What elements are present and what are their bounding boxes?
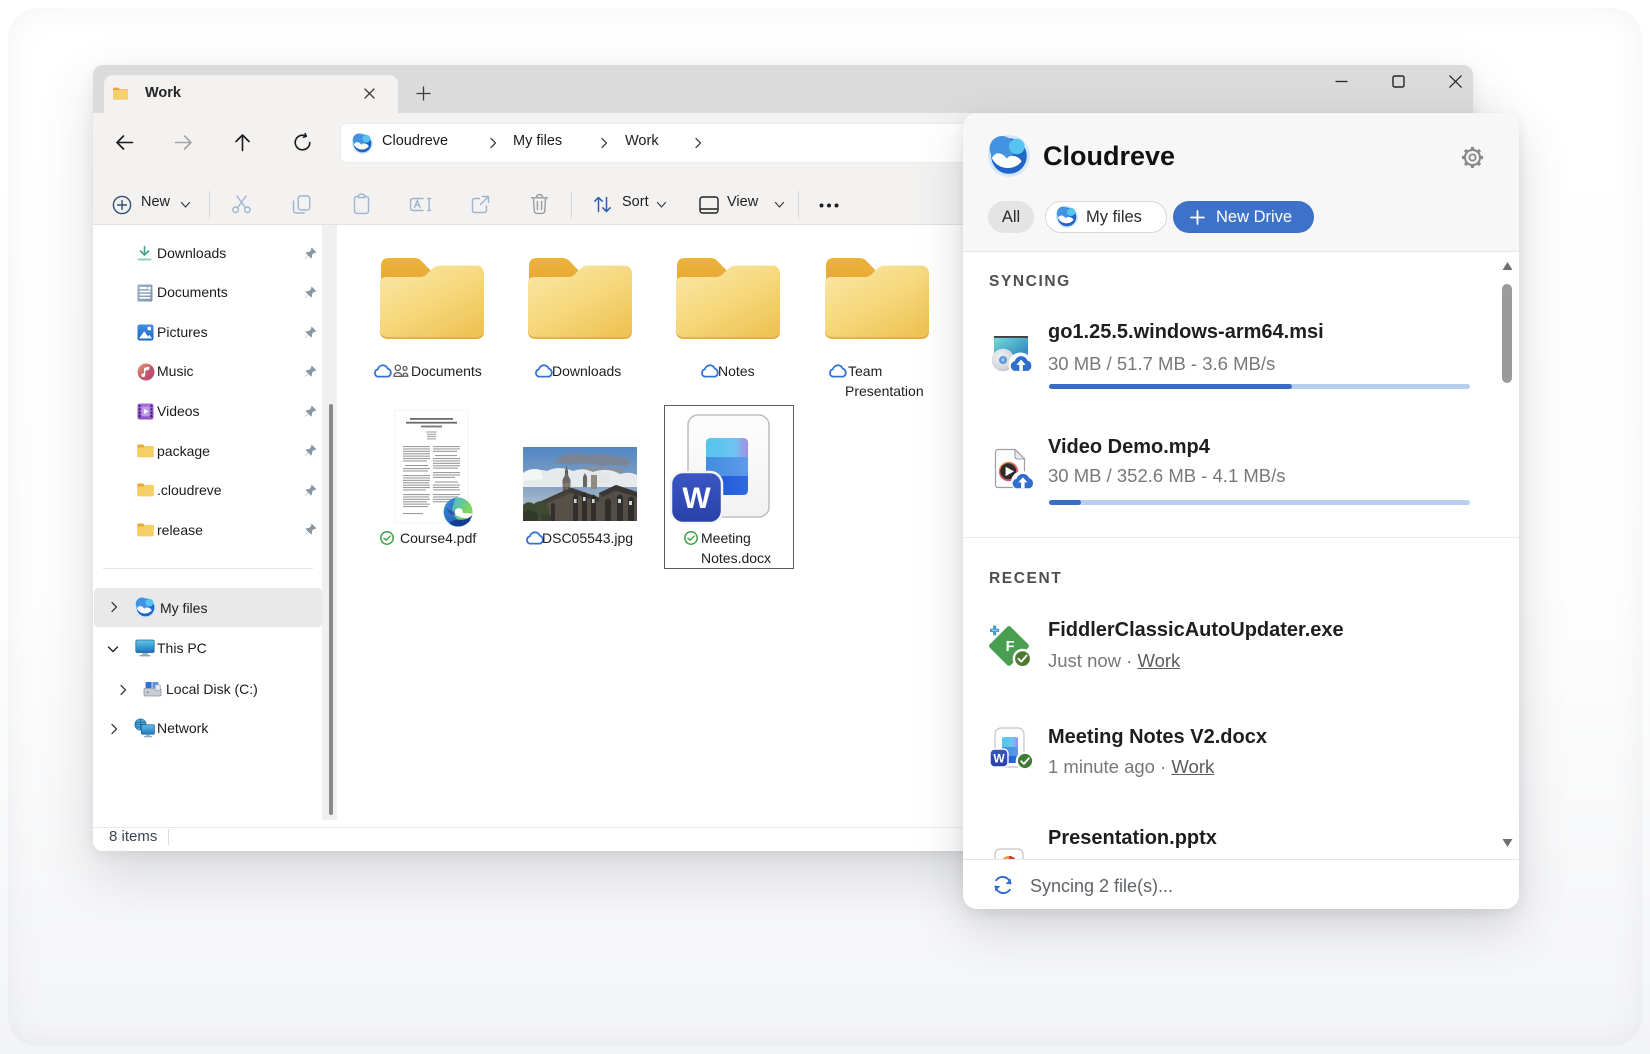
svg-text:F: F [1006,639,1015,655]
svg-text:DSC05543.jpg: DSC05543.jpg [542,530,633,546]
svg-text:Notes.docx: Notes.docx [701,550,771,566]
svg-text:Team: Team [848,363,882,379]
svg-text:Presentation: Presentation [845,383,924,399]
svg-text:W: W [993,752,1005,766]
svg-text:W: W [682,482,711,515]
svg-text:Notes: Notes [718,363,755,379]
svg-text:Meeting: Meeting [701,530,751,546]
svg-text:Downloads: Downloads [552,363,621,379]
svg-text:Documents: Documents [411,363,482,379]
svg-text:Course4.pdf: Course4.pdf [400,530,476,546]
